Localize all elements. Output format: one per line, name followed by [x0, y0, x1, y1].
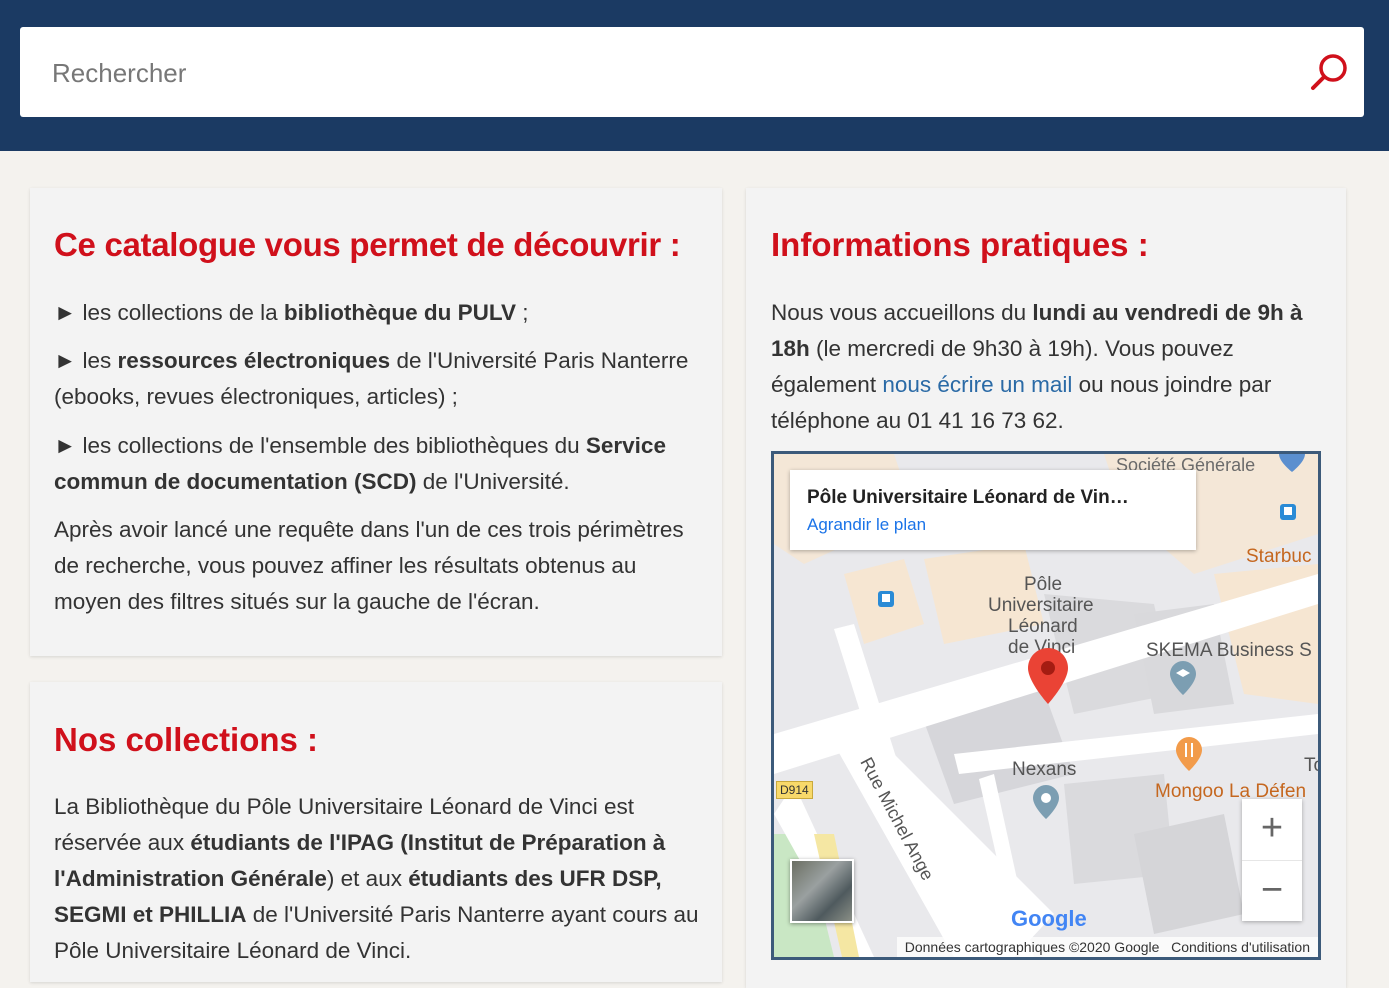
item-text: ► les collections de l'ensemble des bibl…: [54, 433, 586, 458]
location-pin-icon[interactable]: [1028, 648, 1068, 704]
item-bold: ressources électroniques: [117, 348, 391, 373]
zoom-controls: + −: [1242, 799, 1302, 921]
map-label-to: To: [1304, 755, 1318, 776]
email-link[interactable]: nous écrire un mail: [882, 372, 1072, 397]
collections-paragraph: La Bibliothèque du Pôle Universitaire Lé…: [54, 789, 699, 969]
para-bold: l'Administration Générale: [54, 866, 327, 891]
search-input[interactable]: [50, 49, 1274, 97]
map-label-skema: SKEMA Business S: [1146, 640, 1312, 661]
para-line: de recherche, vous pouvez affiner les ré…: [54, 553, 637, 578]
google-map[interactable]: Société Générale Starbuc Pôle Universita…: [771, 451, 1321, 960]
item-bold: commun de documentation (SCD): [54, 469, 417, 494]
satellite-toggle-button[interactable]: [790, 859, 854, 923]
map-label-nexans: Nexans: [1012, 759, 1077, 780]
map-road-badge: D914: [776, 781, 813, 799]
para-bold: 18h: [771, 336, 810, 361]
para-line: La Bibliothèque du Pôle Universitaire Lé…: [54, 794, 634, 819]
minus-icon: −: [1260, 869, 1284, 911]
place-title: Pôle Universitaire Léonard de Vin…: [807, 487, 1129, 508]
catalogue-item-scd: ► les collections de l'ensemble des bibl…: [54, 428, 666, 500]
para-bold: SEGMI et PHILLIA: [54, 902, 247, 927]
item-text: ► les: [54, 348, 118, 373]
catalogue-item-electronic: ► les ressources électroniques de l'Univ…: [54, 343, 688, 415]
place-pin-icon: [1033, 785, 1059, 819]
para-line: moyen des filtres situés sur la gauche d…: [54, 589, 540, 614]
restaurant-pin-icon: [1176, 737, 1202, 771]
enlarge-map-link[interactable]: Agrandir le plan: [807, 515, 926, 535]
para-bold: étudiants des UFR DSP,: [408, 866, 662, 891]
para-line: téléphone au 01 41 16 73 62.: [771, 408, 1064, 433]
para-line: (le mercredi de 9h30 à 19h). Vous pouvez: [809, 336, 1234, 361]
para-bold: étudiants de l'IPAG (Institut de Prépara…: [190, 830, 666, 855]
plus-icon: +: [1260, 807, 1284, 849]
pole-line: Pôle: [1024, 574, 1063, 595]
map-attribution: Données cartographiques ©2020 Google: [904, 939, 1160, 955]
para-line: ou nous joindre par: [1072, 372, 1272, 397]
header-bar: [0, 0, 1389, 151]
bank-pin-icon: [1279, 454, 1305, 472]
map-label-pole2: Universitaire: [988, 595, 1094, 616]
map-label-pole: Pôle: [1024, 574, 1062, 595]
place-info-card: Pôle Universitaire Léonard de Vin… Agran…: [790, 470, 1196, 550]
google-logo: Google: [1011, 906, 1087, 931]
para-line: ) et aux: [326, 866, 409, 891]
para-line: Après avoir lancé une requête dans l'un …: [54, 517, 684, 542]
map-terms-link[interactable]: Conditions d'utilisation: [1171, 939, 1310, 955]
item-text: de l'Université.: [416, 469, 570, 494]
bus-stop-icon: [1280, 504, 1296, 520]
map-attribution-bar: Données cartographiques ©2020 Google Con…: [896, 937, 1318, 957]
map-label-pole3: Léonard: [1008, 616, 1078, 637]
item-bold: bibliothèque du PULV: [283, 300, 516, 325]
bus-stop-icon: [878, 591, 894, 607]
catalogue-item-pulv: ► les collections de la bibliothèque du …: [54, 295, 528, 331]
search-button[interactable]: [1310, 52, 1350, 92]
para-line: Nous vous accueillons du: [771, 300, 1033, 325]
para-line: de l'Université Paris Nanterre ayant cou…: [246, 902, 699, 927]
para-bold: lundi au vendredi de 9h à: [1032, 300, 1303, 325]
para-line: également: [771, 372, 883, 397]
item-bold: Service: [585, 433, 666, 458]
item-text: (ebooks, revues électroniques, articles)…: [54, 384, 458, 409]
item-text: de l'Université Paris Nanterre: [390, 348, 689, 373]
item-text: ;: [515, 300, 529, 325]
zoom-in-button[interactable]: +: [1242, 799, 1302, 859]
para-line: réservée aux: [54, 830, 191, 855]
catalogue-paragraph: Après avoir lancé une requête dans l'un …: [54, 512, 684, 620]
catalogue-title: Ce catalogue vous permet de découvrir :: [54, 226, 681, 263]
school-pin-icon: [1170, 661, 1196, 695]
search-box: [20, 27, 1364, 117]
infos-title: Informations pratiques :: [771, 226, 1149, 263]
infos-paragraph: Nous vous accueillons du lundi au vendre…: [771, 295, 1302, 439]
collections-title: Nos collections :: [54, 721, 319, 758]
zoom-out-button[interactable]: −: [1242, 860, 1302, 921]
search-icon: [1311, 54, 1347, 90]
map-label-starbucks: Starbuc: [1246, 546, 1312, 567]
item-text: ► les collections de la: [54, 300, 284, 325]
para-line: Pôle Universitaire Léonard de Vinci.: [54, 938, 412, 963]
